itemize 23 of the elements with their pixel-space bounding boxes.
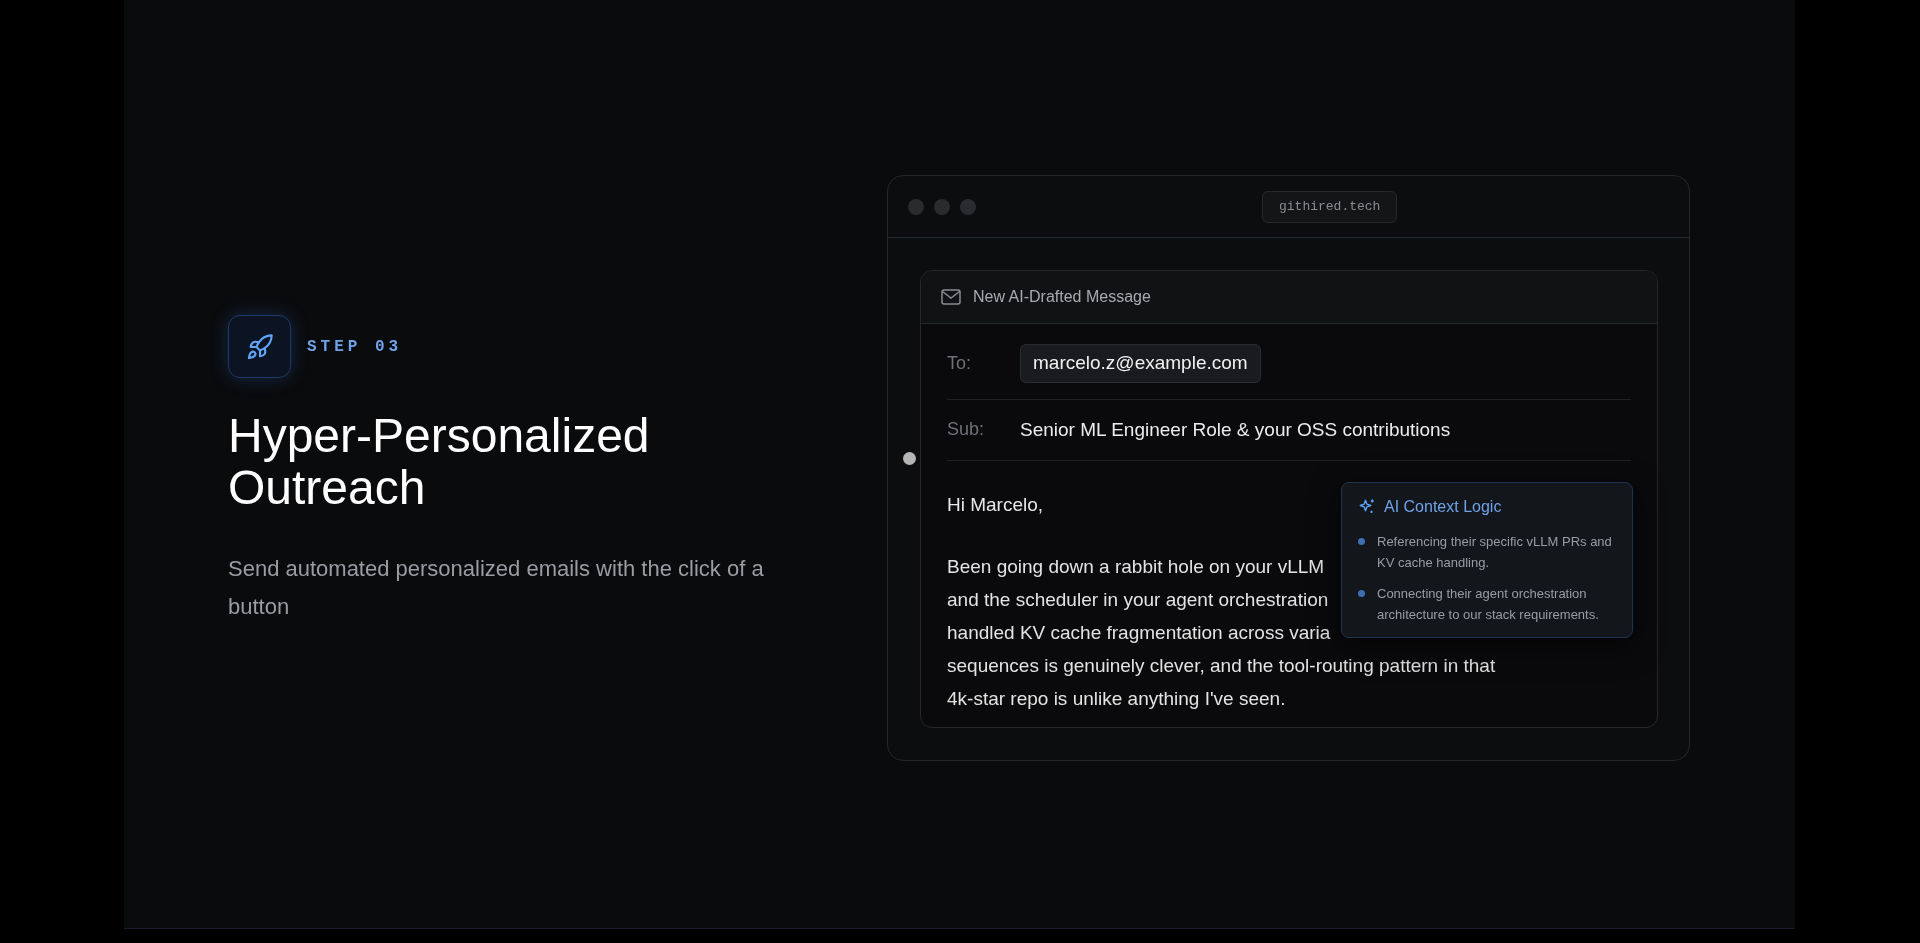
ai-context-title: AI Context Logic	[1384, 497, 1502, 517]
section-description: Send automated personalized emails with the click of a button	[228, 555, 765, 621]
body-line: sequences is genuinely clever, and the tool-routing pattern in that	[947, 653, 1496, 678]
context-point: Referencing their specific vLLM PRs and KV cache handling.	[1377, 533, 1613, 572]
context-point: Connecting their agent orchestration architecture to our stack requirements.	[1377, 585, 1600, 624]
subject-text: Senior ML Engineer Role & your OSS contributions	[1020, 417, 1451, 442]
section-title: Hyper-Personalized Outreach	[228, 410, 651, 514]
body-line: 4k-star repo is unlike anything I've seen.	[947, 686, 1286, 711]
field-label: To:	[947, 351, 972, 375]
url-pill: githired.tech	[1262, 191, 1398, 223]
bullet-icon	[1358, 538, 1365, 545]
field-label: Sub:	[947, 418, 986, 442]
sparkle-icon	[1358, 498, 1376, 516]
message-header: New AI-Drafted Message	[973, 287, 1151, 307]
recipient-chip: marcelo.z@example.com	[1020, 344, 1261, 383]
body-line: and the scheduler in your agent orchestration	[947, 587, 1329, 612]
rocket-icon	[245, 332, 274, 361]
mail-icon	[941, 289, 961, 305]
body-line: handled KV cache fragmentation across varia	[947, 620, 1331, 645]
bullet-icon	[1358, 590, 1365, 597]
greeting-text: Hi Marcelo,	[947, 493, 1044, 517]
body-line: Been going down a rabbit hole on your vLLM	[947, 554, 1325, 579]
step-label: STEP 03	[307, 336, 403, 358]
